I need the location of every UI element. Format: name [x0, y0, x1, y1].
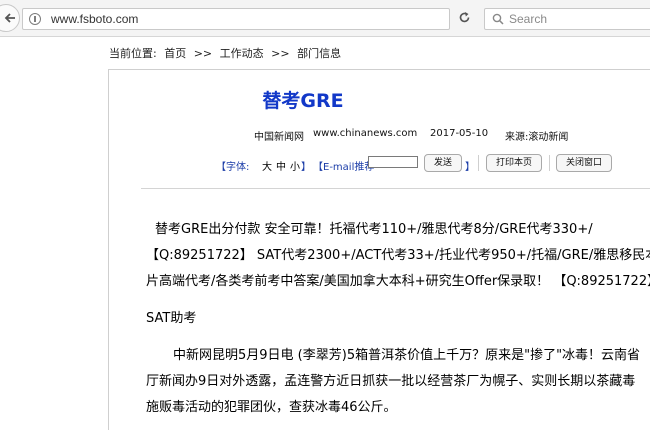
browser-toolbar: www.fsboto.com Search [0, 0, 650, 37]
breadcrumb: 当前位置: 首页 >> 工作动态 >> 部门信息 [109, 45, 345, 61]
font-size-close: 】 [301, 162, 311, 173]
back-button[interactable] [0, 4, 20, 32]
info-icon[interactable] [29, 13, 41, 25]
email-label: 【E-mail推荐 [313, 162, 375, 173]
breadcrumb-dept-info[interactable]: 部门信息 [297, 47, 341, 60]
source-site: 中国新闻网 [254, 132, 304, 143]
toolbar-separator [549, 155, 550, 171]
article-title: 替考GRE [262, 90, 344, 112]
email-input[interactable] [368, 156, 418, 168]
print-button[interactable]: 打印本页 [486, 154, 542, 172]
search-placeholder: Search [509, 12, 548, 26]
source-url: www.chinanews.com [313, 128, 418, 139]
font-size-large[interactable]: 大 [262, 158, 272, 173]
breadcrumb-prefix: 当前位置: [109, 47, 157, 60]
breadcrumb-work-news[interactable]: 工作动态 [220, 47, 264, 60]
breadcrumb-home[interactable]: 首页 [164, 47, 186, 60]
article-date: 2017-05-10 [430, 128, 489, 139]
article-line-2: 【Q:89251722】 SAT代考2300+/ACT代考33+/托业代考950… [146, 248, 650, 263]
article-line-3: 片高端代考/各类考前考中答案/美国加拿大本科+研究生Offer保录取！ 【Q:8… [146, 274, 650, 289]
close-window-button[interactable]: 关闭窗口 [556, 154, 612, 172]
font-size-medium[interactable]: 中 [276, 158, 286, 173]
toolbar-separator [478, 155, 479, 171]
breadcrumb-separator: >> [193, 47, 213, 60]
article-line-6: 施贩毒活动的犯罪团伙，查获冰毒46公斤。 [146, 400, 397, 415]
font-size-small[interactable]: 小 [290, 158, 300, 173]
article-line-1: 替考GRE出分付款 安全可靠！托福代考110+/雅思代考8分/GRE代考330+… [155, 222, 593, 237]
reload-icon[interactable] [458, 11, 471, 24]
article-subheading: SAT助考 [146, 311, 197, 326]
url-text: www.fsboto.com [51, 12, 139, 26]
breadcrumb-separator: >> [271, 47, 290, 60]
source-label: 来源:滚动新闻 [505, 132, 569, 143]
article-line-5: 厅新闻办9日对外透露，孟连警方近日抓获一批以经营茶厂为幌子、实则长期以茶藏毒 [146, 374, 636, 389]
email-close: 】 [465, 162, 475, 173]
article-line-4: 中新网昆明5月9日电 (李翠芳)5箱普洱茶价值上千万？原来是"掺了"冰毒！云南省 [173, 348, 641, 363]
back-arrow-icon [4, 13, 15, 23]
search-icon [492, 13, 504, 25]
content-divider [141, 188, 650, 189]
search-bar[interactable]: Search [484, 8, 650, 30]
font-size-label: 【字体: [216, 162, 250, 173]
send-button[interactable]: 发送 [424, 154, 462, 172]
url-bar[interactable]: www.fsboto.com [22, 8, 450, 30]
